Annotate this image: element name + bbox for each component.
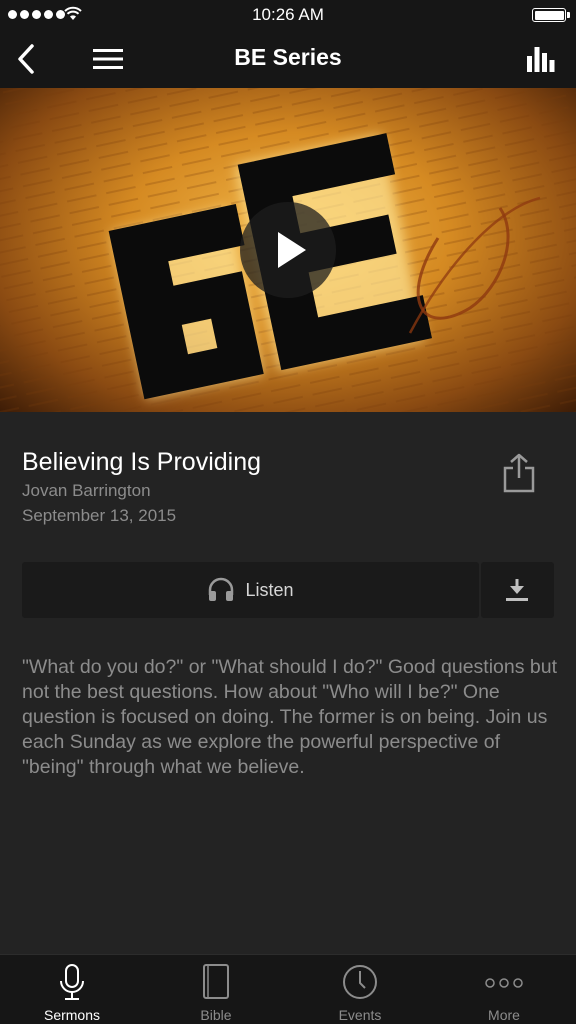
play-button[interactable]	[240, 202, 336, 298]
listen-button[interactable]: Listen	[22, 562, 479, 618]
sermon-date: September 13, 2015	[22, 506, 177, 525]
tab-bible[interactable]: Bible	[144, 955, 288, 1024]
more-dots-icon	[485, 978, 523, 988]
status-time: 10:26 AM	[252, 5, 324, 24]
tab-label: Sermons	[43, 1007, 101, 1023]
microphone-icon	[60, 964, 84, 1000]
navigation-bar: BE Series	[0, 30, 576, 88]
page-title: BE Series	[234, 44, 342, 70]
download-button[interactable]	[481, 562, 554, 618]
clock-icon	[343, 965, 377, 999]
tab-bar: Sermons Bible Events More	[0, 954, 576, 1024]
tab-label: Bible	[200, 1007, 232, 1023]
series-artwork[interactable]	[0, 88, 576, 412]
status-bar: 10:26 AM	[0, 0, 576, 30]
tab-events[interactable]: Events	[288, 955, 432, 1024]
sermon-title: Believing Is Providing	[22, 448, 262, 476]
play-icon	[278, 232, 306, 268]
headphones-icon	[209, 577, 234, 601]
download-icon	[506, 579, 528, 601]
tab-sermons[interactable]: Sermons	[0, 955, 144, 1024]
book-icon	[203, 964, 229, 999]
battery-icon	[532, 8, 570, 22]
tab-more[interactable]: More	[432, 955, 576, 1024]
tab-label: More	[488, 1007, 520, 1023]
sermon-speaker: Jovan Barrington	[22, 481, 151, 500]
share-icon[interactable]	[500, 452, 538, 494]
sermon-description: "What do you do?" or "What should I do?"…	[22, 656, 558, 778]
bar-chart-icon[interactable]	[526, 44, 556, 74]
listen-label: Listen	[245, 579, 294, 600]
tab-label: Events	[338, 1007, 382, 1023]
